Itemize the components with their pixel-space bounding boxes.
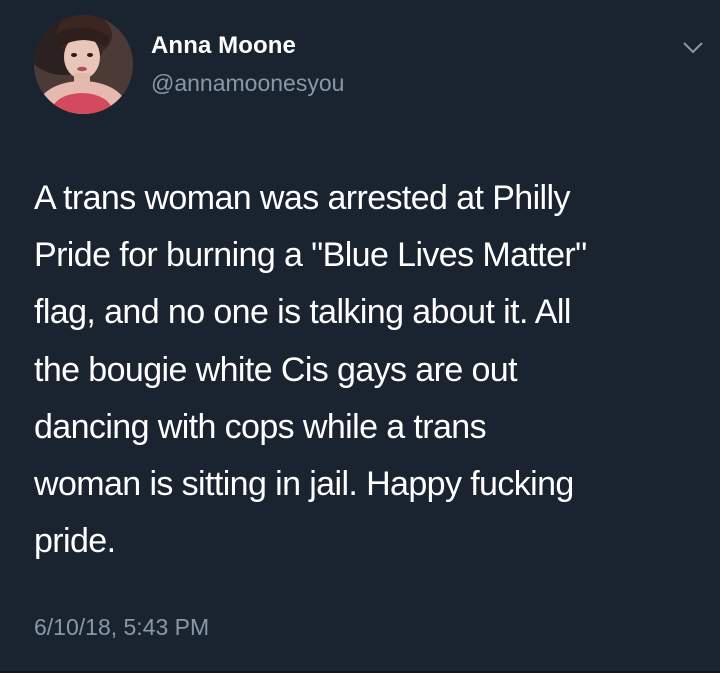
avatar[interactable] [34,15,133,114]
profile-photo-icon [34,15,133,114]
tweet-timestamp[interactable]: 6/10/18, 5:43 PM [34,614,209,641]
user-handle[interactable]: @annamoonesyou [151,70,344,97]
tweet-text: A trans woman was arrested at Philly Pri… [34,170,704,570]
tweet-card: Anna Moone @annamoonesyou A trans woman … [0,0,720,673]
tweet-text-line: woman is sitting in jail. Happy fucking [34,465,574,504]
tweet-text-line: pride. [34,522,116,561]
tweet-text-line: Pride for burning a "Blue Lives Matter" [34,236,587,275]
tweet-text-line: dancing with cops while a trans [34,407,487,446]
display-name[interactable]: Anna Moone [151,32,296,60]
tweet-text-line: A trans woman was arrested at Philly [34,179,570,217]
chevron-down-icon[interactable] [682,40,704,56]
tweet-text-line: the bougie white Cis gays are out [34,350,518,389]
tweet-text-line: flag, and no one is talking about it. Al… [34,293,571,332]
